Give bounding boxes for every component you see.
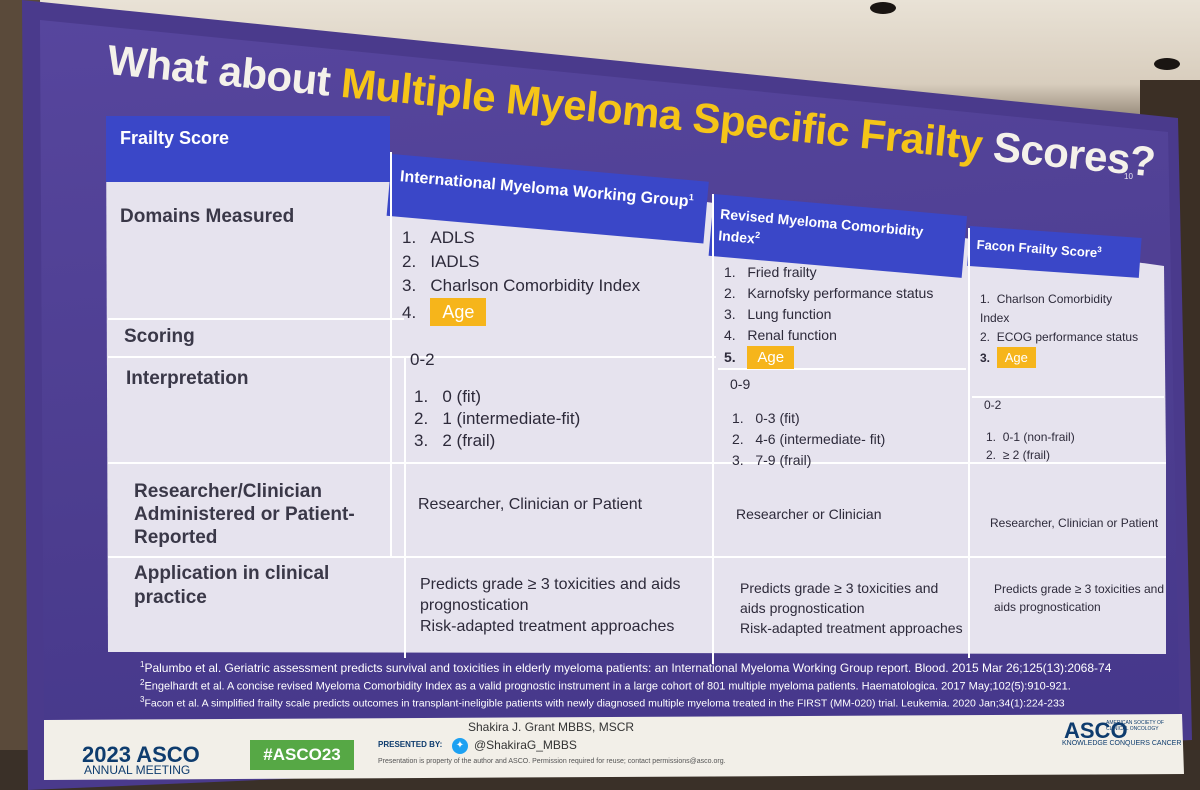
- row-label-interpretation: Interpretation: [126, 368, 249, 389]
- list-item: Risk-adapted treatment approaches: [740, 620, 963, 636]
- grid-line: [108, 318, 404, 320]
- list-item: 3. 2 (frail): [414, 431, 496, 450]
- list-item: 1. ADLS: [402, 228, 475, 247]
- list-item: 3. Lung function: [724, 306, 832, 322]
- list-item: Risk-adapted treatment approaches: [420, 618, 675, 635]
- asco-tagline: KNOWLEDGE CONQUERS CANCER: [1062, 740, 1182, 747]
- facon-administered: Researcher, Clinician or Patient: [990, 516, 1159, 530]
- footnote-1: 1Palumbo et al. Geriatric assessment pre…: [140, 660, 1112, 675]
- footnote-3: 3Facon et al. A simplified frailty scale…: [140, 695, 1065, 710]
- slide-number: 10: [1124, 172, 1133, 181]
- list-item: 5. Age: [724, 346, 933, 369]
- asco-logo-subtitle: AMERICAN SOCIETY OF CLINICAL ONCOLOGY: [1106, 720, 1164, 732]
- grid-line: [390, 152, 392, 558]
- list-item: 1. 0-3 (fit): [732, 410, 800, 426]
- row-label-domains: Domains Measured: [120, 206, 295, 227]
- header-facon-label: Facon Frailty Score: [976, 236, 1098, 261]
- rmci-domains: 1. Fried frailty 2. Karnofsky performanc…: [724, 262, 933, 369]
- copyright-notice: Presentation is property of the author a…: [378, 758, 726, 765]
- grid-line: [968, 228, 970, 658]
- imwg-scoring: 0-2: [410, 350, 435, 369]
- ceiling-light: [1154, 58, 1180, 70]
- list-item: 1. Fried frailty: [724, 264, 817, 280]
- age-highlight: Age: [996, 347, 1036, 368]
- hashtag-badge: #ASCO23: [250, 740, 354, 770]
- list-item: 4. Age: [402, 298, 640, 326]
- list-item: 2. 4-6 (intermediate- fit): [732, 431, 886, 447]
- facon-interpretation: 1. 0-1 (non-frail) 2. ≥ 2 (frail): [986, 428, 1075, 464]
- header-frailty-score: Frailty Score: [106, 116, 390, 182]
- presented-by-label: PRESENTED BY:: [378, 740, 443, 749]
- header-rmci-label: Revised Myeloma Comorbidity Index: [717, 205, 925, 247]
- list-item: 2. 1 (intermediate-fit): [414, 409, 581, 428]
- rmci-interpretation: 1. 0-3 (fit) 2. 4-6 (intermediate- fit) …: [732, 408, 885, 471]
- list-item: 3. Charlson Comorbidity Index: [402, 276, 641, 295]
- grid-line: [404, 358, 406, 658]
- list-item: Predicts grade ≥ 3 toxicities and aids p…: [740, 580, 939, 616]
- list-item: 2. IADLS: [402, 252, 480, 271]
- list-item: 2. ≥ 2 (frail): [986, 448, 1050, 462]
- grid-line: [108, 556, 1166, 558]
- list-item: 4. Renal function: [724, 327, 837, 343]
- header-imwg-ref: 1: [688, 192, 695, 203]
- imwg-interpretation: 1. 0 (fit) 2. 1 (intermediate-fit) 3. 2 …: [414, 386, 580, 452]
- list-item: 1. Charlson Comorbidity Index: [980, 292, 1113, 325]
- facon-application: Predicts grade ≥ 3 toxicities and aids p…: [994, 582, 1165, 614]
- rmci-application: Predicts grade ≥ 3 toxicities and aids p…: [740, 578, 966, 638]
- list-item: 2. ECOG performance status: [980, 330, 1139, 344]
- facon-domains: 1. Charlson Comorbidity Index 2. ECOG pe…: [980, 290, 1140, 368]
- rmci-scoring: 0-9: [730, 376, 751, 392]
- age-highlight: Age: [747, 346, 795, 369]
- header-rmci-ref: 2: [754, 229, 761, 241]
- facon-scoring: 0-2: [984, 398, 1002, 412]
- meeting-name: ANNUAL MEETING: [84, 763, 191, 777]
- imwg-application: Predicts grade ≥ 3 toxicities and aids p…: [420, 574, 710, 637]
- list-item: 3. 7-9 (frail): [732, 452, 812, 468]
- list-item: 2. Karnofsky performance status: [724, 285, 934, 301]
- list-item: 3. Age: [980, 347, 1140, 368]
- imwg-administered: Researcher, Clinician or Patient: [418, 496, 643, 513]
- ceiling-light: [870, 2, 896, 14]
- age-highlight: Age: [430, 298, 487, 326]
- twitter-handle: @ShakiraG_MBBS: [474, 738, 577, 752]
- header-label: Frailty Score: [120, 128, 230, 148]
- twitter-icon: ✦: [452, 738, 468, 754]
- row-label-scoring: Scoring: [124, 326, 195, 347]
- row-label-application: Application in clinical practice: [134, 563, 330, 608]
- list-item: Predicts grade ≥ 3 toxicities and aids p…: [420, 576, 681, 614]
- footnote-2: 2Engelhardt et al. A concise revised Mye…: [140, 678, 1071, 693]
- rmci-administered: Researcher or Clinician: [736, 506, 882, 522]
- grid-line: [712, 194, 714, 664]
- list-item: 1. 0-1 (non-frail): [986, 430, 1075, 444]
- list-item: 1. 0 (fit): [414, 387, 482, 406]
- presenter-name: Shakira J. Grant MBBS, MSCR: [468, 720, 635, 734]
- row-label-administered: Researcher/Clinician Administered or Pat…: [134, 481, 355, 548]
- header-facon-ref: 3: [1097, 244, 1103, 255]
- imwg-domains: 1. ADLS 2. IADLS 3. Charlson Comorbidity…: [402, 226, 640, 326]
